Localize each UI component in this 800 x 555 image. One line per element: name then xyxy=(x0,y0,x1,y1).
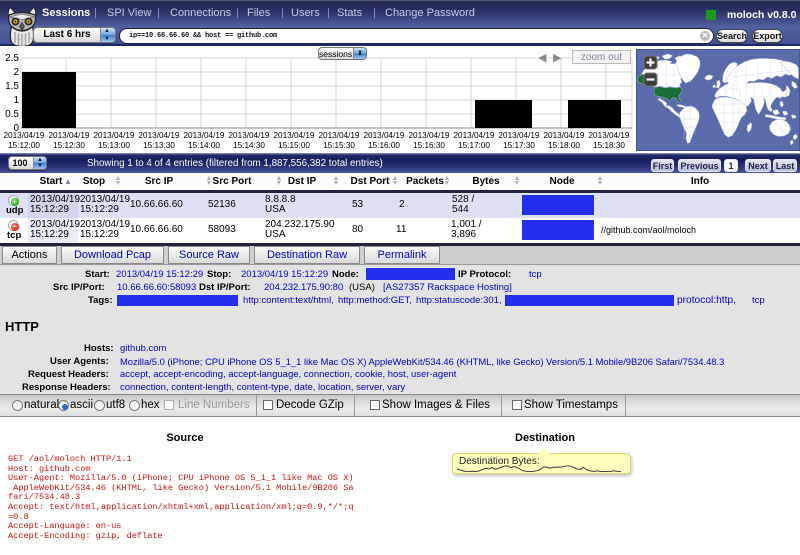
svg-text:15:16:30: 15:16:30 xyxy=(413,141,445,150)
svg-text:15:17:00: 15:17:00 xyxy=(458,141,490,150)
svg-text:15:13:00: 15:13:00 xyxy=(98,141,130,150)
svg-text:1: 1 xyxy=(13,95,19,106)
svg-text:2013/04/19: 2013/04/19 xyxy=(139,131,180,140)
svg-text:15:12:00: 15:12:00 xyxy=(8,141,40,150)
svg-text:15:15:00: 15:15:00 xyxy=(278,141,310,150)
svg-text:2013/04/19: 2013/04/19 xyxy=(49,131,90,140)
svg-text:2013/04/19: 2013/04/19 xyxy=(4,131,45,140)
svg-text:2013/04/19: 2013/04/19 xyxy=(229,131,270,140)
svg-text:2013/04/19: 2013/04/19 xyxy=(409,131,450,140)
svg-text:2: 2 xyxy=(13,67,19,78)
svg-text:15:12:30: 15:12:30 xyxy=(53,141,85,150)
svg-text:15:15:30: 15:15:30 xyxy=(323,141,355,150)
svg-text:2013/04/19: 2013/04/19 xyxy=(454,131,495,140)
svg-text:15:13:30: 15:13:30 xyxy=(143,141,175,150)
svg-text:2013/04/19: 2013/04/19 xyxy=(589,131,630,140)
svg-text:2013/04/19: 2013/04/19 xyxy=(274,131,315,140)
svg-text:1.5: 1.5 xyxy=(5,81,19,92)
svg-text:15:16:00: 15:16:00 xyxy=(368,141,400,150)
svg-text:15:14:30: 15:14:30 xyxy=(233,141,265,150)
svg-text:2013/04/19: 2013/04/19 xyxy=(184,131,225,140)
svg-text:2013/04/19: 2013/04/19 xyxy=(499,131,540,140)
svg-text:2013/04/19: 2013/04/19 xyxy=(364,131,405,140)
svg-text:15:18:00: 15:18:00 xyxy=(548,141,580,150)
svg-text:2013/04/19: 2013/04/19 xyxy=(544,131,585,140)
svg-text:15:14:00: 15:14:00 xyxy=(188,141,220,150)
svg-text:2013/04/19: 2013/04/19 xyxy=(319,131,360,140)
svg-text:2.5: 2.5 xyxy=(5,53,19,64)
svg-text:15:17:30: 15:17:30 xyxy=(503,141,535,150)
svg-text:0.5: 0.5 xyxy=(5,109,19,120)
svg-text:2013/04/19: 2013/04/19 xyxy=(94,131,135,140)
svg-text:15:18:30: 15:18:30 xyxy=(593,141,625,150)
